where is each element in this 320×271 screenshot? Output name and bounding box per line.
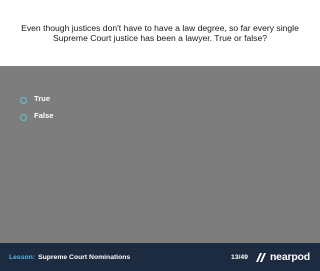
answer-label: False: [34, 111, 54, 120]
question-panel: Even though justices don't have to have …: [0, 0, 320, 66]
page-counter: 13/49: [230, 253, 248, 261]
logo-text: nearpod: [269, 251, 310, 263]
nearpod-logo-icon: [255, 252, 266, 262]
answer-option-true[interactable]: True: [20, 90, 53, 107]
radio-button-icon[interactable]: [20, 96, 27, 104]
footer-bar: Lesson: Supreme Court Nominations 13/49 …: [0, 243, 320, 271]
radio-button-icon[interactable]: [20, 113, 27, 121]
lesson-title: Supreme Court Nominations: [38, 253, 131, 261]
lesson-prefix: Lesson:: [9, 253, 36, 261]
answer-list: True False: [20, 90, 53, 124]
answer-option-false[interactable]: False: [20, 107, 53, 124]
answer-label: True: [34, 94, 51, 103]
nearpod-logo: nearpod: [254, 251, 310, 264]
question-text: Even though justices don't have to have …: [21, 23, 299, 43]
